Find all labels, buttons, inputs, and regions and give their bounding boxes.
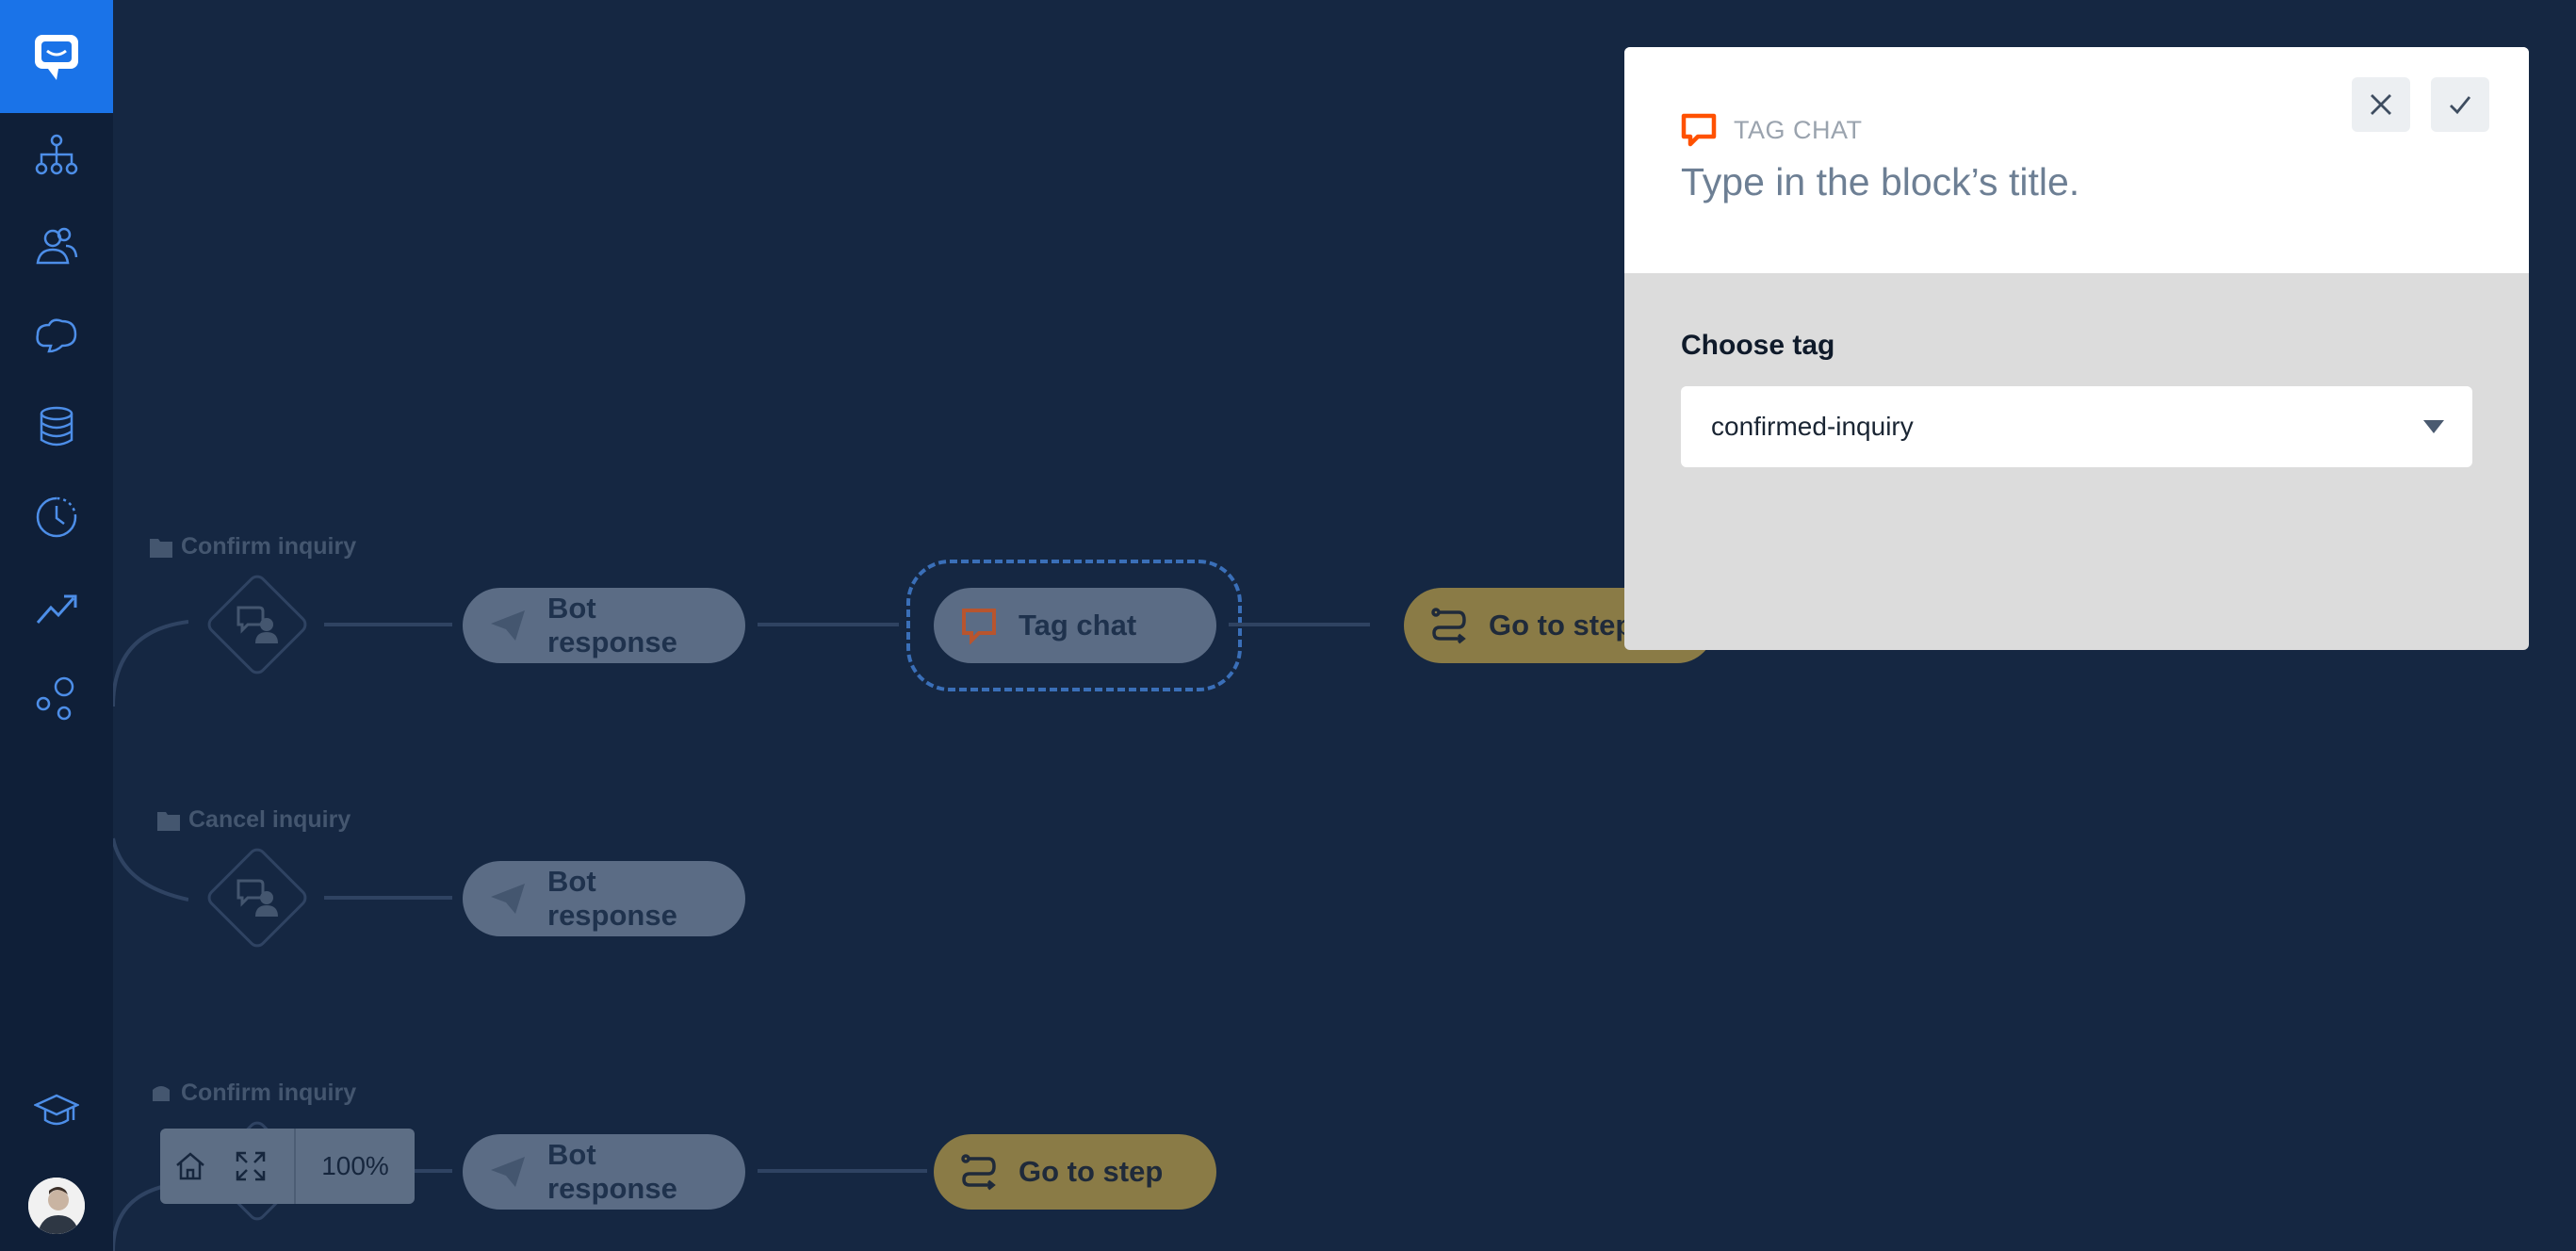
step-label-row3: Confirm inquiry [149, 1080, 356, 1107]
node-label: Bot response [547, 1138, 677, 1205]
zoom-controls: 100% [160, 1129, 415, 1204]
tag-select-value: confirmed-inquiry [1711, 412, 1914, 441]
close-icon [2371, 94, 2391, 115]
tag-chat-node-row1[interactable]: Tag chat [934, 588, 1216, 663]
paper-plane-icon [491, 610, 525, 641]
sidebar-item-users[interactable] [0, 213, 113, 279]
sidebar-item-stories[interactable] [0, 303, 113, 369]
node-label: Bot response [547, 865, 677, 932]
edge [758, 623, 899, 626]
database-icon [40, 406, 73, 447]
home-button[interactable] [160, 1129, 220, 1204]
bot-response-node-row2[interactable]: Bot response [463, 861, 745, 936]
graduation-cap-icon [34, 1094, 79, 1126]
user-chat-icon [229, 596, 285, 653]
step-label-row1: Confirm inquiry [149, 533, 356, 561]
bot-response-node-row1[interactable]: Bot response [463, 588, 745, 663]
folder-icon [157, 811, 180, 831]
go-to-step-icon [961, 1154, 996, 1191]
edge-curve-1 [113, 620, 188, 707]
sidebar-item-data[interactable] [0, 394, 113, 460]
tag-chat-panel: TAG CHAT Type in the block’s title. Choo… [1624, 47, 2529, 650]
step-label-text: Confirm inquiry [181, 1080, 357, 1106]
users-icon [36, 227, 78, 265]
home-icon [176, 1152, 204, 1180]
sidebar [0, 0, 113, 1251]
sidebar-item-academy[interactable] [0, 1078, 113, 1144]
user-avatar-icon [28, 1178, 85, 1234]
bot-response-node-row3[interactable]: Bot response [463, 1134, 745, 1210]
avatar[interactable] [28, 1178, 85, 1234]
nodes-icon [36, 676, 74, 721]
node-label: Bot response [547, 592, 677, 658]
sidebar-item-reports[interactable] [0, 575, 113, 641]
check-icon [2450, 96, 2471, 115]
step-label-text: Cancel inquiry [188, 806, 351, 833]
app-logo[interactable] [0, 0, 113, 113]
node-label: Go to step [1489, 609, 1634, 642]
go-to-step-icon [1431, 608, 1466, 644]
step-label-text: Confirm inquiry [181, 533, 357, 560]
clock-icon [36, 496, 77, 538]
edge [1229, 623, 1370, 626]
choose-tag-label: Choose tag [1681, 330, 1835, 361]
node-label: Tag chat [1019, 609, 1137, 642]
node-label: Go to step [1019, 1155, 1164, 1188]
edge [758, 1169, 927, 1173]
sidebar-item-integrations[interactable] [0, 665, 113, 731]
chat-cloud-icon [36, 318, 77, 353]
folder-icon [150, 538, 172, 558]
block-type: TAG CHAT [1681, 113, 1863, 147]
paper-plane-icon [491, 884, 525, 914]
edge [324, 623, 452, 626]
caret-down-icon [2423, 420, 2444, 433]
panel-header: TAG CHAT Type in the block’s title. [1624, 47, 2529, 273]
expand-icon [236, 1151, 266, 1181]
edge-curve-2 [113, 837, 188, 902]
paper-plane-icon [491, 1157, 525, 1187]
zoom-level[interactable]: 100% [296, 1151, 415, 1181]
user-chat-icon [229, 869, 285, 926]
tag-chat-icon [1681, 113, 1717, 147]
sitemap-icon [35, 134, 78, 175]
confirm-button[interactable] [2431, 77, 2489, 132]
sidebar-item-history[interactable] [0, 484, 113, 550]
block-type-label: TAG CHAT [1734, 115, 1863, 144]
tag-chat-icon [962, 609, 996, 644]
trend-icon [36, 594, 77, 624]
go-to-step-node-row3[interactable]: Go to step [934, 1134, 1216, 1210]
close-button[interactable] [2352, 77, 2410, 132]
chatbot-logo-icon [35, 35, 78, 80]
fit-screen-button[interactable] [220, 1129, 281, 1204]
sidebar-item-flows[interactable] [0, 122, 113, 188]
step-label-row2: Cancel inquiry [156, 806, 351, 834]
robot-icon [153, 1085, 170, 1101]
edge [324, 896, 452, 900]
tag-select[interactable]: confirmed-inquiry [1681, 386, 2472, 467]
block-title-input[interactable]: Type in the block’s title. [1681, 160, 2079, 204]
